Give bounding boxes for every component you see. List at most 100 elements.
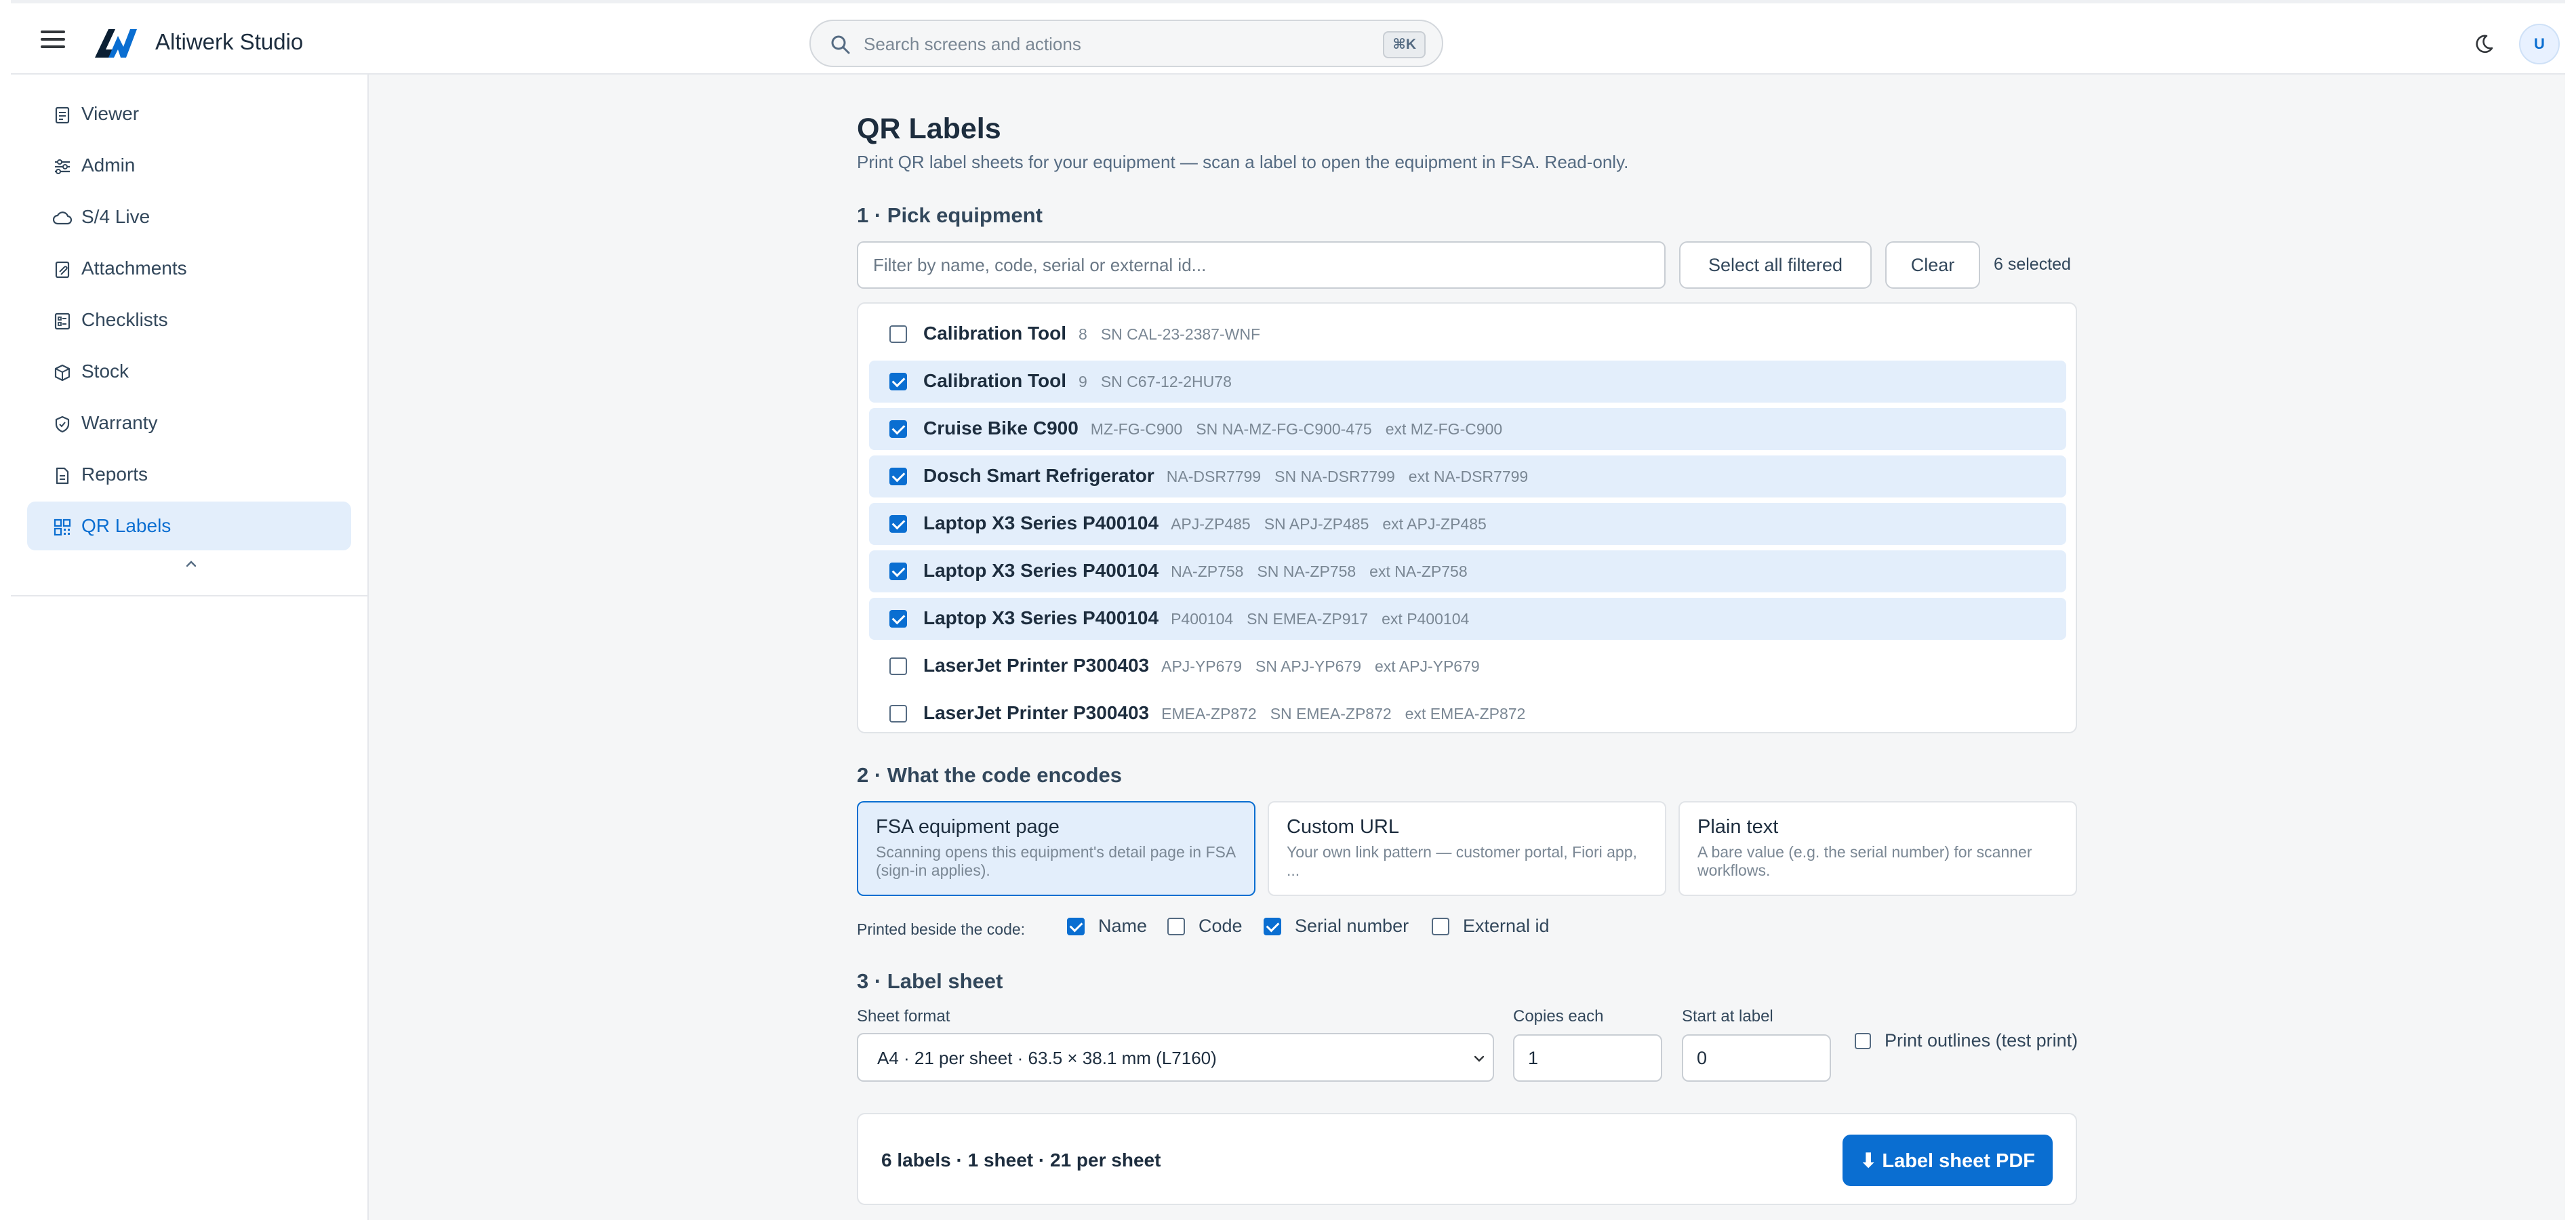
clear-button[interactable]: Clear	[1885, 241, 1980, 289]
code-checkbox[interactable]	[1167, 917, 1185, 935]
name-checkbox[interactable]	[1067, 917, 1085, 935]
encode-option-desc: A bare value (e.g. the serial number) fo…	[1697, 843, 2032, 879]
sidebar-divider	[11, 595, 367, 596]
checkbox-label: External id	[1463, 916, 1550, 936]
encode-option-title: Plain text	[1697, 816, 1779, 838]
equipment-row[interactable]: Laptop X3 Series P400104 APJ-ZP485 SN APJ-…	[869, 503, 2066, 545]
equipment-meta-item: NA-DSR7799	[1166, 468, 1262, 485]
equipment-meta-item: MZ-FG-C900	[1090, 420, 1183, 438]
equipment-meta-item: ext NA-DSR7799	[1408, 468, 1529, 485]
printed-field-external-id[interactable]: External id	[1432, 916, 1550, 937]
global-search[interactable]: ⌘K	[809, 20, 1443, 67]
chevron-down-icon	[1474, 1055, 1485, 1062]
sidebar-item-attachments[interactable]: Attachments	[27, 244, 351, 293]
main-content: QR Labels Print QR label sheets for your…	[369, 75, 2565, 1220]
equipment-row[interactable]: Calibration Tool 9 SN C67-12-2HU78	[869, 361, 2066, 403]
equipment-meta-item: NA-ZP758	[1171, 563, 1244, 580]
search-input[interactable]	[864, 30, 1338, 58]
menu-icon[interactable]	[41, 30, 65, 51]
summary-bar: 6 labels · 1 sheet · 21 per sheet ⬇ Labe…	[857, 1113, 2077, 1205]
equipment-checkbox[interactable]	[889, 325, 907, 343]
label-sheet-pdf-button[interactable]: ⬇ Label sheet PDF	[1843, 1135, 2053, 1186]
sidebar-item-reports[interactable]: Reports	[27, 450, 351, 499]
equipment-row[interactable]: Dosch Smart Refrigerator NA-DSR7799 SN NA-…	[869, 455, 2066, 497]
print-outlines-option[interactable]: Print outlines (test print)	[1855, 1030, 2078, 1051]
print-outlines-checkbox[interactable]	[1855, 1032, 1871, 1049]
equipment-checkbox[interactable]	[889, 373, 907, 390]
equipment-checkbox[interactable]	[889, 420, 907, 438]
checkbox-label: Print outlines (test print)	[1885, 1030, 2078, 1051]
sliders-icon	[55, 159, 70, 174]
equipment-meta-item: SN NA-MZ-FG-C900-475	[1196, 420, 1372, 438]
sidebar-item-label: Viewer	[81, 103, 140, 124]
theme-toggle-moon-icon[interactable]	[2473, 33, 2495, 55]
equipment-meta-item: 9	[1079, 373, 1087, 390]
shield-check-icon	[55, 415, 70, 433]
sheet-format-label: Sheet format	[857, 1007, 950, 1025]
equipment-meta-item: SN C67-12-2HU78	[1100, 373, 1232, 390]
checkbox-label: Code	[1199, 916, 1243, 936]
sidebar-item-label: Warranty	[81, 412, 158, 433]
sidebar-item-qr-labels[interactable]: QR Labels	[27, 502, 351, 550]
equipment-meta-item: SN NA-ZP758	[1257, 563, 1356, 580]
equipment-filter-input[interactable]	[857, 241, 1666, 289]
equipment-meta: 8 SN CAL-23-2387-WNF	[1079, 325, 1274, 343]
equipment-meta-item: ext APJ-YP679	[1374, 657, 1480, 675]
encode-option-fsa-page[interactable]: FSA equipment page Scanning opens this e…	[857, 801, 1255, 896]
sidebar-item-admin[interactable]: Admin	[27, 141, 351, 190]
printed-field-code[interactable]: Code	[1167, 916, 1243, 937]
printed-field-name[interactable]: Name	[1067, 916, 1147, 937]
encode-option-desc: Scanning opens this equipment's detail p…	[876, 843, 1235, 879]
equipment-name: Dosch Smart Refrigerator NA-DSR7799 SN NA-…	[923, 465, 1542, 487]
app-title: Altiwerk Studio	[155, 29, 304, 54]
equipment-meta: NA-ZP758 SN NA-ZP758 ext NA-ZP758	[1171, 563, 1481, 580]
shortcut-badge: ⌘K	[1383, 31, 1426, 58]
sidebar-item-warranty[interactable]: Warranty	[27, 399, 351, 447]
equipment-row[interactable]: LaserJet Printer P300403 APJ-YP679 SN APJ-…	[869, 645, 2066, 687]
select-all-filtered-button[interactable]: Select all filtered	[1679, 241, 1872, 289]
equipment-name-text: Calibration Tool	[923, 370, 1067, 391]
chevron-up-icon[interactable]	[183, 558, 199, 569]
encode-option-custom-url[interactable]: Custom URL Your own link pattern — custo…	[1268, 801, 1666, 896]
external-id-checkbox[interactable]	[1432, 917, 1449, 935]
encode-option-title: FSA equipment page	[876, 816, 1060, 838]
equipment-checkbox[interactable]	[889, 657, 907, 675]
copies-each-input[interactable]	[1513, 1034, 1662, 1082]
printed-field-serial[interactable]: Serial number	[1264, 916, 1409, 937]
sidebar-item-label: Admin	[81, 155, 136, 176]
app-root: Altiwerk Studio ⌘K U Viewer Admin S/4 Li…	[0, 0, 2576, 1220]
equipment-meta: 9 SN C67-12-2HU78	[1079, 373, 1245, 390]
equipment-meta: APJ-ZP485 SN APJ-ZP485 ext APJ-ZP485	[1171, 515, 1500, 533]
equipment-meta-item: SN APJ-YP679	[1255, 657, 1361, 675]
equipment-name: Cruise Bike C900 MZ-FG-C900 SN NA-MZ-FG-C9…	[923, 418, 1516, 439]
equipment-checkbox[interactable]	[889, 610, 907, 628]
equipment-row[interactable]: Laptop X3 Series P400104 NA-ZP758 SN NA-ZP…	[869, 550, 2066, 592]
sidebar-item-s4-live[interactable]: S/4 Live	[27, 192, 351, 241]
equipment-row[interactable]: Cruise Bike C900 MZ-FG-C900 SN NA-MZ-FG-C9…	[869, 408, 2066, 450]
serial-number-checkbox[interactable]	[1264, 917, 1281, 935]
equipment-row[interactable]: LaserJet Printer P300403 EMEA-ZP872 SN EME…	[869, 693, 2066, 732]
equipment-name-text: Laptop X3 Series P400104	[923, 607, 1159, 628]
equipment-checkbox[interactable]	[889, 705, 907, 723]
equipment-name-text: Calibration Tool	[923, 323, 1067, 344]
sidebar: Viewer Admin S/4 Live Attachments Checkl…	[11, 75, 369, 1220]
equipment-meta-item: EMEA-ZP872	[1161, 705, 1257, 723]
equipment-checkbox[interactable]	[889, 515, 907, 533]
avatar[interactable]: U	[2519, 24, 2560, 64]
sidebar-item-viewer[interactable]: Viewer	[27, 89, 351, 138]
sidebar-item-checklists[interactable]: Checklists	[27, 296, 351, 344]
equipment-row[interactable]: Calibration Tool 8 SN CAL-23-2387-WNF	[869, 313, 2066, 355]
sheet-format-select[interactable]: A4 · 21 per sheet · 63.5 × 38.1 mm (L716…	[857, 1033, 1494, 1082]
start-at-label: Start at label	[1682, 1007, 1773, 1025]
equipment-checkbox[interactable]	[889, 563, 907, 580]
start-at-label-input[interactable]	[1682, 1034, 1831, 1082]
equipment-meta-item: ext P400104	[1382, 610, 1470, 628]
equipment-checkbox[interactable]	[889, 468, 907, 485]
equipment-meta: NA-DSR7799 SN NA-DSR7799 ext NA-DSR7799	[1167, 468, 1542, 485]
equipment-row[interactable]: Laptop X3 Series P400104 P400104 SN EMEA-Z…	[869, 598, 2066, 640]
sidebar-item-stock[interactable]: Stock	[27, 347, 351, 396]
equipment-name: Laptop X3 Series P400104 APJ-ZP485 SN APJ-…	[923, 512, 1500, 534]
cloud-icon	[53, 211, 72, 225]
selected-count: 6 selected	[1994, 255, 2071, 274]
encode-option-plain-text[interactable]: Plain text A bare value (e.g. the serial…	[1678, 801, 2077, 896]
